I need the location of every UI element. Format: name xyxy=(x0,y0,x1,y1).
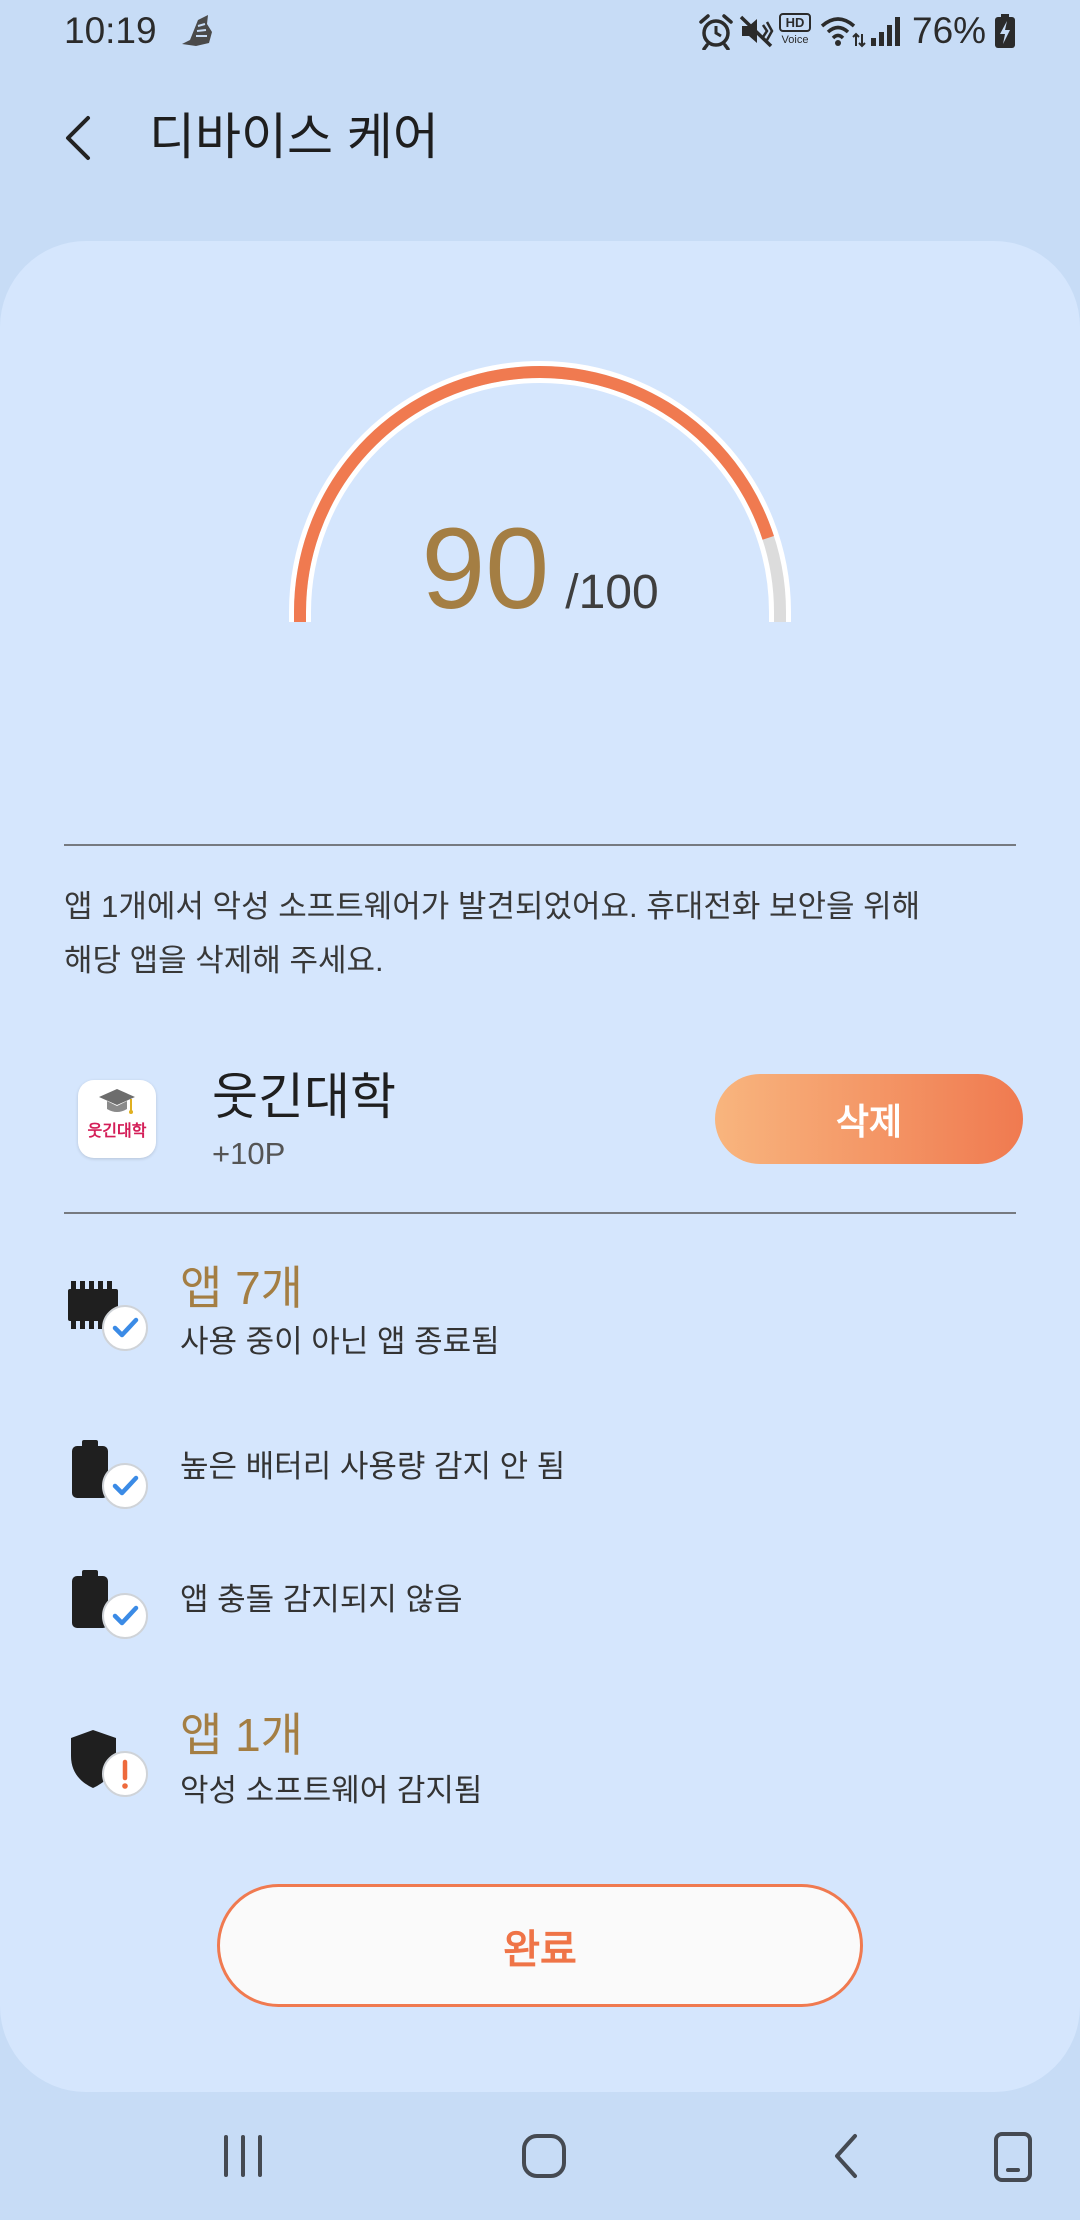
check-description: 높은 배터리 사용량 감지 안 됨 xyxy=(180,1449,566,1484)
battery-icon xyxy=(72,1440,148,1509)
check-badge-icon xyxy=(102,1463,148,1509)
memory-chip-icon xyxy=(68,1281,148,1351)
battery-percent: 76% xyxy=(912,10,987,51)
app-points: +10P xyxy=(212,1136,286,1171)
navigation-bar xyxy=(0,2092,1080,2220)
status-time: 10:19 xyxy=(64,10,157,51)
check-badge-icon xyxy=(102,1305,148,1351)
score-value: 90 xyxy=(421,505,550,633)
notification-app-icon xyxy=(182,15,212,46)
app-name: 웃긴대학 xyxy=(212,1069,396,1125)
wifi-icon xyxy=(820,17,866,48)
hd-voice-icon: HD Voice xyxy=(776,13,814,51)
delete-button[interactable]: 삭제 xyxy=(715,1074,1023,1164)
check-description: 사용 중이 아닌 앱 종료됨 xyxy=(180,1324,500,1359)
alarm-icon xyxy=(699,14,733,50)
check-description: 악성 소프트웨어 감지됨 xyxy=(180,1773,483,1808)
app-icon: 웃긴대학 xyxy=(78,1080,156,1158)
check-badge-icon xyxy=(102,1593,148,1639)
back-button[interactable] xyxy=(56,110,108,166)
recents-icon[interactable] xyxy=(218,2131,268,2181)
graduation-cap-icon xyxy=(99,1089,135,1114)
warning-badge-icon xyxy=(102,1751,148,1797)
page-title: 디바이스 케어 xyxy=(149,109,439,165)
hd-label: HD xyxy=(779,13,811,32)
message-line: 해당 앱을 삭제해 주세요. xyxy=(64,943,384,978)
shield-icon xyxy=(71,1730,148,1797)
malware-message: 앱 1개에서 악성 소프트웨어가 발견되었어요. 휴대전화 보안을 위해 해당 … xyxy=(64,880,1024,988)
message-line: 앱 1개에서 악성 소프트웨어가 발견되었어요. 휴대전화 보안을 위해 xyxy=(64,889,921,924)
check-title: 앱 1개 xyxy=(180,1709,304,1761)
battery-charging-icon xyxy=(995,14,1015,48)
check-title: 앱 7개 xyxy=(180,1262,304,1314)
back-icon[interactable] xyxy=(822,2131,872,2181)
device-care-screen: 10:19 HD Voice 76% 디바이스 케어 90 /100 앱 1개에… xyxy=(0,0,1080,2220)
score-max: /100 xyxy=(565,566,659,619)
home-icon[interactable] xyxy=(519,2131,569,2181)
divider xyxy=(64,844,1016,846)
battery-icon xyxy=(72,1570,148,1639)
done-button[interactable]: 완료 xyxy=(217,1884,863,2007)
check-description: 앱 충돌 감지되지 않음 xyxy=(180,1582,463,1617)
score-display: 90 /100 xyxy=(0,512,1080,627)
phone-outline-icon[interactable] xyxy=(988,2130,1038,2184)
status-bar: 10:19 HD Voice 76% xyxy=(0,0,1080,70)
voice-label: Voice xyxy=(781,34,809,46)
signal-icon xyxy=(871,17,900,46)
app-icon-logo-text: 웃긴대학 xyxy=(87,1123,147,1140)
divider xyxy=(64,1212,1016,1214)
mute-icon xyxy=(739,15,774,48)
